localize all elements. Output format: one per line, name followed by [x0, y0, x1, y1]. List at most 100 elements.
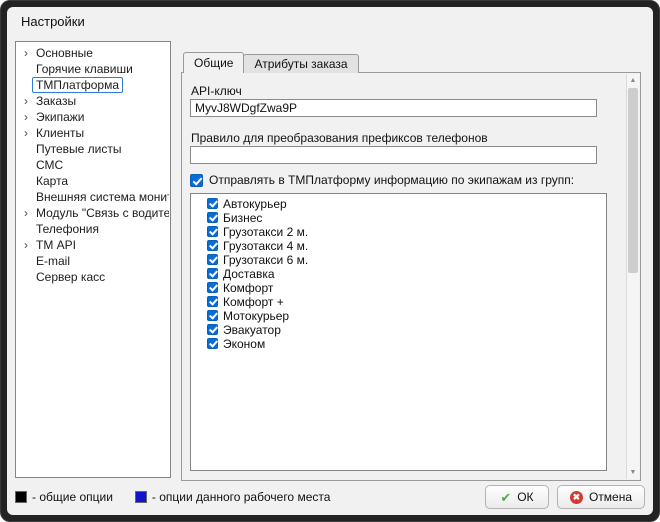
crew-group-item[interactable]: Комфорт — [191, 281, 606, 294]
cancel-button[interactable]: ✖ Отмена — [557, 485, 645, 509]
tree-item[interactable]: Модуль "Связь с водителя — [16, 205, 170, 221]
api-key-label: API-ключ — [191, 84, 242, 98]
tab-order-attributes[interactable]: Атрибуты заказа — [243, 54, 358, 73]
tree-item[interactable]: ТМПлатформа — [16, 77, 170, 93]
blue-swatch-icon — [135, 491, 147, 503]
tree-item[interactable]: Основные — [16, 45, 170, 61]
crew-group-label: Эконом — [223, 337, 265, 351]
tree-item-label: СМС — [32, 157, 67, 173]
tree-item-label: Модуль "Связь с водителя — [32, 205, 170, 221]
tree-item[interactable]: Горячие клавиши — [16, 61, 170, 77]
tab-strip: Общие Атрибуты заказа — [183, 52, 359, 73]
checked-checkbox-icon[interactable] — [207, 324, 218, 335]
tree-item-label: Основные — [32, 45, 97, 61]
tree-item[interactable]: E-mail — [16, 253, 170, 269]
crew-group-item[interactable]: Эконом — [191, 337, 606, 350]
tree-item[interactable]: Карта — [16, 173, 170, 189]
crew-group-label: Эвакуатор — [223, 323, 281, 337]
crew-group-item[interactable]: Грузотакси 6 м. — [191, 253, 606, 266]
window-title: Настройки — [21, 14, 85, 29]
tree-item[interactable]: ТМ API — [16, 237, 170, 253]
crew-group-item[interactable]: Грузотакси 2 м. — [191, 225, 606, 238]
checked-checkbox-icon[interactable] — [207, 296, 218, 307]
settings-tree[interactable]: Основные Горячие клавиши ТМПлатформа Зак… — [15, 41, 171, 478]
crew-group-item[interactable]: Комфорт + — [191, 295, 606, 308]
crew-group-label: Грузотакси 6 м. — [223, 253, 308, 267]
tree-item[interactable]: Телефония — [16, 221, 170, 237]
tree-item-label: Путевые листы — [32, 141, 126, 157]
ok-button[interactable]: ✔ ОК — [485, 485, 549, 509]
tree-item-label: Заказы — [32, 93, 80, 109]
scrollbar-thumb[interactable] — [628, 88, 638, 273]
scroll-down-icon[interactable]: ▼ — [627, 466, 639, 479]
checked-checkbox-icon[interactable] — [207, 338, 218, 349]
tree-item[interactable]: Путевые листы — [16, 141, 170, 157]
checked-checkbox-icon[interactable] — [207, 212, 218, 223]
tree-item-label: Сервер касс — [32, 269, 109, 285]
dialog-footer: - общие опции - опции данного рабочего м… — [15, 484, 645, 510]
tree-item-label: E-mail — [32, 253, 74, 269]
crew-group-item[interactable]: Доставка — [191, 267, 606, 280]
cancel-button-label: Отмена — [589, 490, 632, 504]
crew-group-label: Доставка — [223, 267, 275, 281]
checked-checkbox-icon[interactable] — [207, 254, 218, 265]
api-key-input[interactable] — [190, 99, 597, 117]
legend-general-options: - общие опции — [15, 490, 113, 504]
chevron-right-icon[interactable] — [20, 239, 32, 251]
tree-item[interactable]: СМС — [16, 157, 170, 173]
tab-general[interactable]: Общие — [183, 52, 244, 73]
crew-group-label: Автокурьер — [223, 197, 287, 211]
vertical-scrollbar[interactable]: ▲ ▼ — [626, 74, 639, 479]
tree-item[interactable]: Сервер касс — [16, 269, 170, 285]
tree-item-label: Клиенты — [32, 125, 88, 141]
send-groups-checkbox-row[interactable]: Отправлять в ТМПлатформу информацию по э… — [190, 173, 574, 187]
checked-checkbox-icon[interactable] — [207, 198, 218, 209]
checked-checkbox-icon[interactable] — [207, 310, 218, 321]
checked-checkbox-icon[interactable] — [207, 226, 218, 237]
tree-item[interactable]: Экипажи — [16, 109, 170, 125]
tree-item-label: ТМ API — [32, 237, 80, 253]
checked-checkbox-icon[interactable] — [207, 282, 218, 293]
tree-item-label: Карта — [32, 173, 72, 189]
black-swatch-icon — [15, 491, 27, 503]
crew-group-item[interactable]: Эвакуатор — [191, 323, 606, 336]
dialog-client-area: Настройки Основные Горячие клавиши ТМПла… — [7, 7, 653, 515]
crew-group-label: Комфорт + — [223, 295, 284, 309]
chevron-right-icon[interactable] — [20, 111, 32, 123]
checked-checkbox-icon[interactable] — [207, 268, 218, 279]
tree-item[interactable]: Клиенты — [16, 125, 170, 141]
checked-checkbox-icon[interactable] — [190, 174, 203, 187]
chevron-right-icon[interactable] — [20, 127, 32, 139]
tree-item-label: Внешняя система мониторин — [32, 189, 170, 205]
tree-item-label: Телефония — [32, 221, 103, 237]
crew-group-label: Мотокурьер — [223, 309, 289, 323]
scroll-up-icon[interactable]: ▲ — [627, 74, 639, 87]
tree-item-label: Горячие клавиши — [32, 61, 137, 77]
ok-button-label: ОК — [517, 490, 533, 504]
chevron-right-icon[interactable] — [20, 207, 32, 219]
crew-group-label: Грузотакси 4 м. — [223, 239, 308, 253]
legend-workplace-label: - опции данного рабочего места — [152, 490, 330, 504]
checked-checkbox-icon[interactable] — [207, 240, 218, 251]
legend-workplace-options: - опции данного рабочего места — [135, 490, 330, 504]
tree-item[interactable]: Внешняя система мониторин — [16, 189, 170, 205]
crew-group-item[interactable]: Бизнес — [191, 211, 606, 224]
send-groups-label: Отправлять в ТМПлатформу информацию по э… — [209, 173, 574, 187]
chevron-right-icon[interactable] — [20, 47, 32, 59]
crew-groups-listbox[interactable]: Автокурьер Бизнес Грузотакси 2 м. Грузот… — [190, 193, 607, 471]
tab-page-general: API-ключ Правило для преобразования преф… — [181, 72, 641, 481]
legend-general-label: - общие опции — [32, 490, 113, 504]
crew-group-label: Грузотакси 2 м. — [223, 225, 308, 239]
prefix-rule-label: Правило для преобразования префиксов тел… — [191, 131, 488, 145]
tree-item-label: Экипажи — [32, 109, 88, 125]
tree-item-label: ТМПлатформа — [32, 77, 123, 93]
green-check-icon: ✔ — [500, 491, 511, 504]
crew-group-item[interactable]: Грузотакси 4 м. — [191, 239, 606, 252]
tree-item[interactable]: Заказы — [16, 93, 170, 109]
crew-group-item[interactable]: Автокурьер — [191, 197, 606, 210]
red-x-icon: ✖ — [570, 491, 583, 504]
crew-group-label: Комфорт — [223, 281, 273, 295]
crew-group-item[interactable]: Мотокурьер — [191, 309, 606, 322]
prefix-rule-input[interactable] — [190, 146, 597, 164]
chevron-right-icon[interactable] — [20, 95, 32, 107]
